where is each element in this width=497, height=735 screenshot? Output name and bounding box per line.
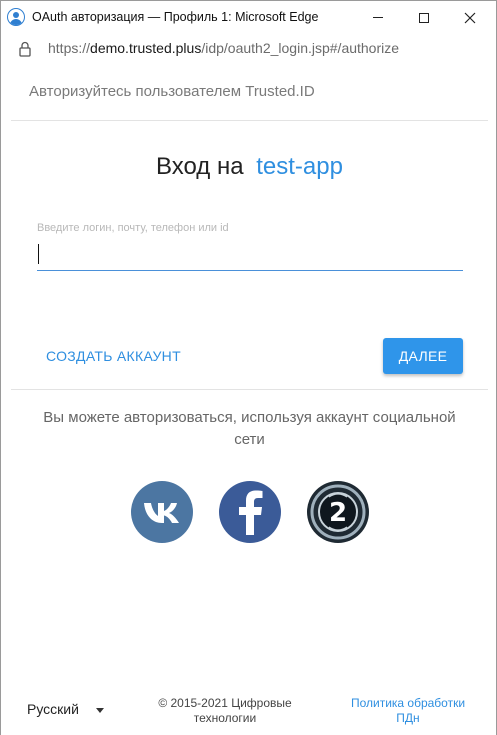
login-field-label: Введите логин, почту, телефон или id xyxy=(37,222,229,234)
vk-icon xyxy=(144,503,179,523)
divider xyxy=(11,389,488,390)
auth-header: Авторизуйтесь пользователем Trusted.ID xyxy=(29,83,315,100)
vk-login-button[interactable] xyxy=(131,481,193,543)
url-path: /idp/oauth2_login.jsp#/authorize xyxy=(201,40,400,56)
oauth2-icon-label: 2 xyxy=(329,498,347,528)
window-title: OAuth авторизация — Профиль 1: Microsoft… xyxy=(32,10,319,24)
facebook-icon xyxy=(239,490,263,535)
login-title-prefix: Вход на xyxy=(156,153,244,180)
next-button[interactable]: ДАЛЕЕ xyxy=(383,338,463,374)
url-text[interactable]: https://demo.trusted.plus/idp/oauth2_log… xyxy=(48,40,399,56)
copyright-text: © 2015-2021 Цифровые технологии xyxy=(158,696,292,725)
text-caret xyxy=(38,244,39,264)
oauth2-icon: 2 xyxy=(308,482,368,542)
login-input[interactable] xyxy=(37,241,463,271)
url-host: demo.trusted.plus xyxy=(90,40,202,56)
title-bar: OAuth авторизация — Профиль 1: Microsoft… xyxy=(1,1,496,34)
privacy-policy-link[interactable]: Политика обработки ПДн xyxy=(341,696,475,726)
social-login-text: Вы можете авторизоваться, используя акка… xyxy=(43,409,456,448)
minimize-button[interactable] xyxy=(355,1,401,34)
oauth2-login-button[interactable]: 2 xyxy=(307,481,369,543)
app-name: test-app xyxy=(256,153,343,180)
maximize-button[interactable] xyxy=(401,1,447,34)
browser-window: OAuth авторизация — Профиль 1: Microsoft… xyxy=(0,0,497,735)
close-button[interactable] xyxy=(447,1,493,34)
page-content: Авторизуйтесь пользователем Trusted.ID В… xyxy=(1,63,496,735)
facebook-login-button[interactable] xyxy=(219,481,281,543)
chevron-down-icon[interactable] xyxy=(96,708,104,713)
url-scheme: https:// xyxy=(48,40,91,56)
lock-icon[interactable] xyxy=(18,41,32,57)
divider xyxy=(11,120,488,121)
address-bar[interactable]: https://demo.trusted.plus/idp/oauth2_log… xyxy=(1,34,496,63)
maximize-icon xyxy=(419,12,429,23)
create-account-link[interactable]: СОЗДАТЬ АККАУНТ xyxy=(46,348,181,364)
close-icon xyxy=(464,12,476,23)
login-title: Вход на test-app xyxy=(1,153,497,181)
profile-icon xyxy=(7,8,25,26)
language-select[interactable]: Русский xyxy=(27,701,79,717)
minimize-icon xyxy=(373,17,383,18)
